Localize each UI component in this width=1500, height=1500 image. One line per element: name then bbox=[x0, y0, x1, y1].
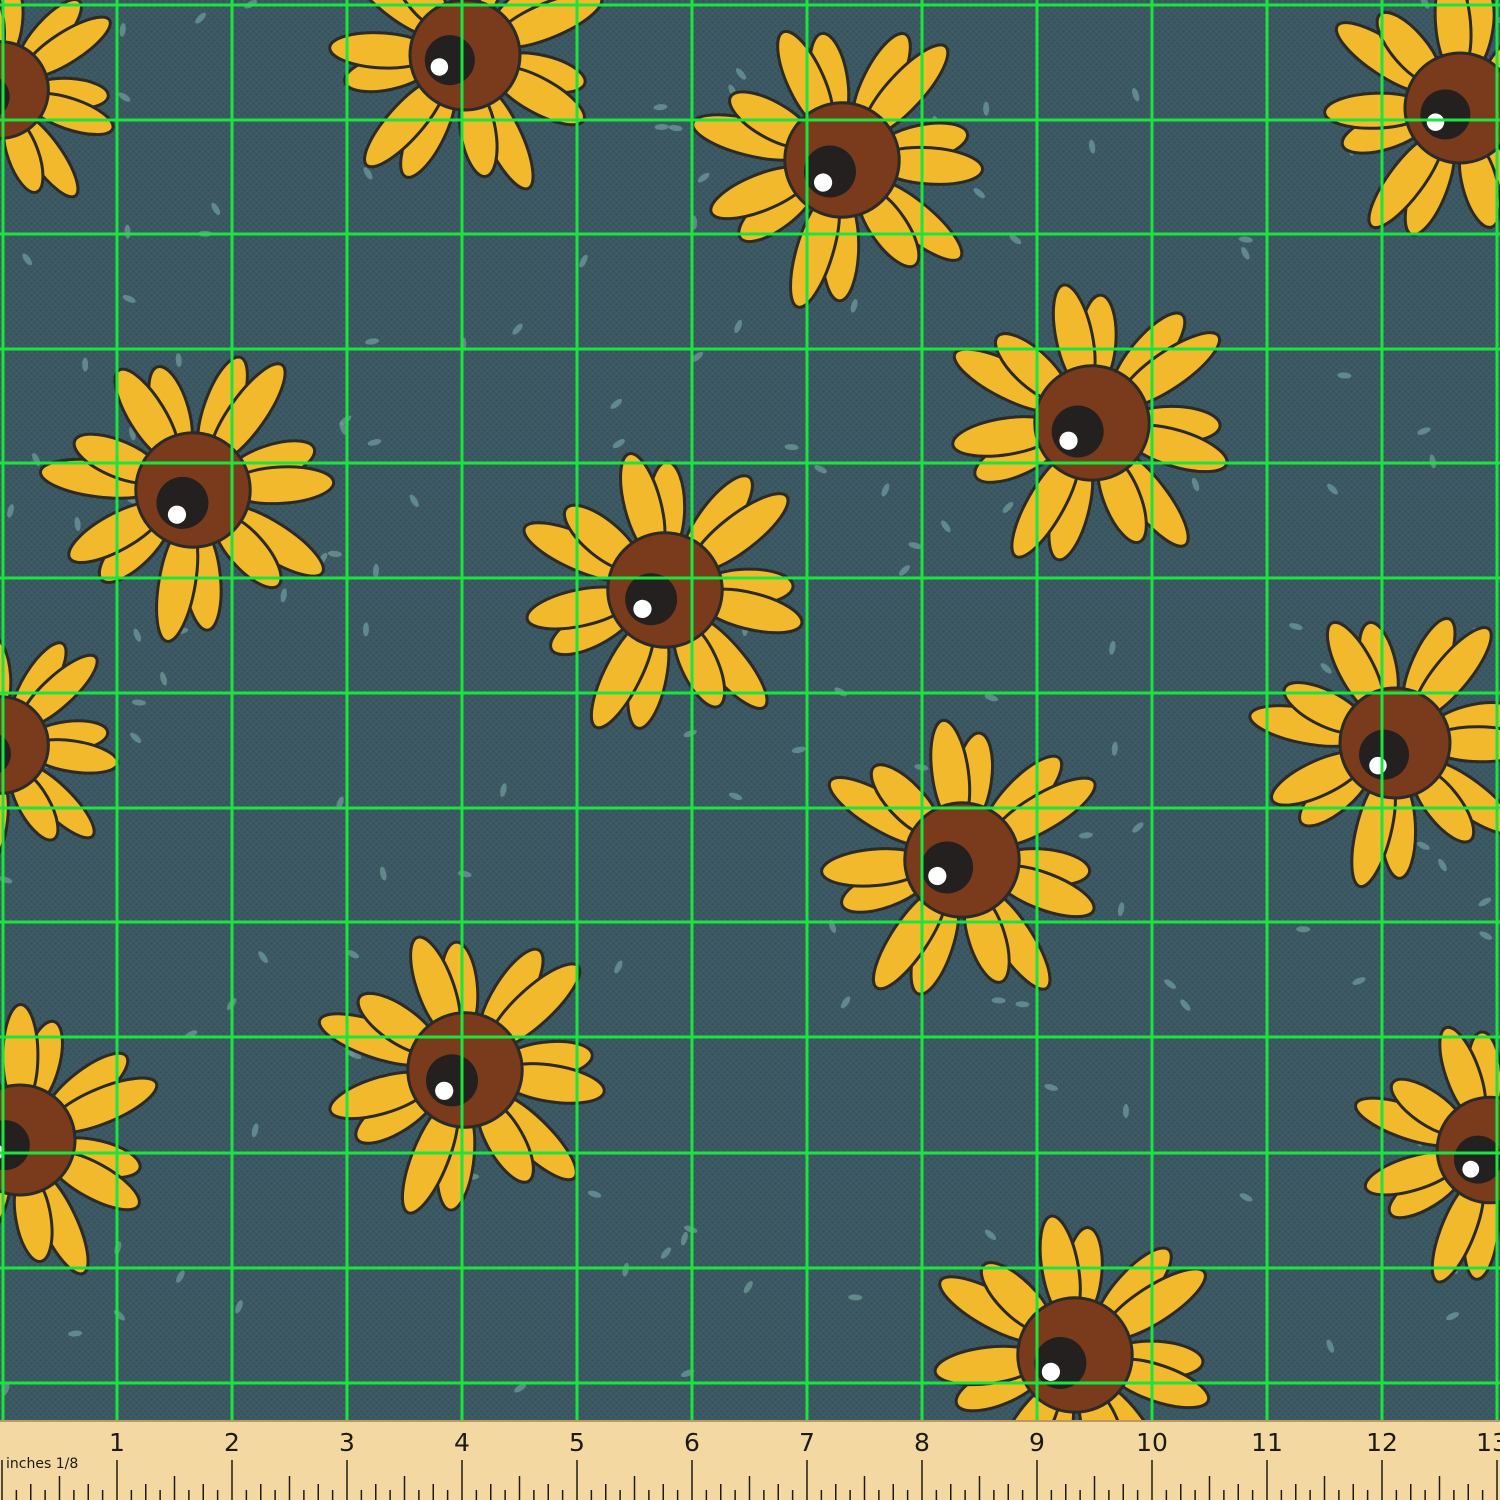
flower-highlight bbox=[1462, 1160, 1480, 1178]
flower-eye bbox=[1454, 1135, 1500, 1184]
ruler bbox=[0, 1420, 1500, 1500]
sunflower-pattern-artwork bbox=[0, 0, 1500, 1500]
flower-eye bbox=[426, 1054, 478, 1107]
fabric-swatch: inches 1/8 1 2 3 4 5 6 7 8 9 10 11 12 13 bbox=[0, 0, 1500, 1500]
flower-highlight bbox=[435, 1081, 454, 1100]
